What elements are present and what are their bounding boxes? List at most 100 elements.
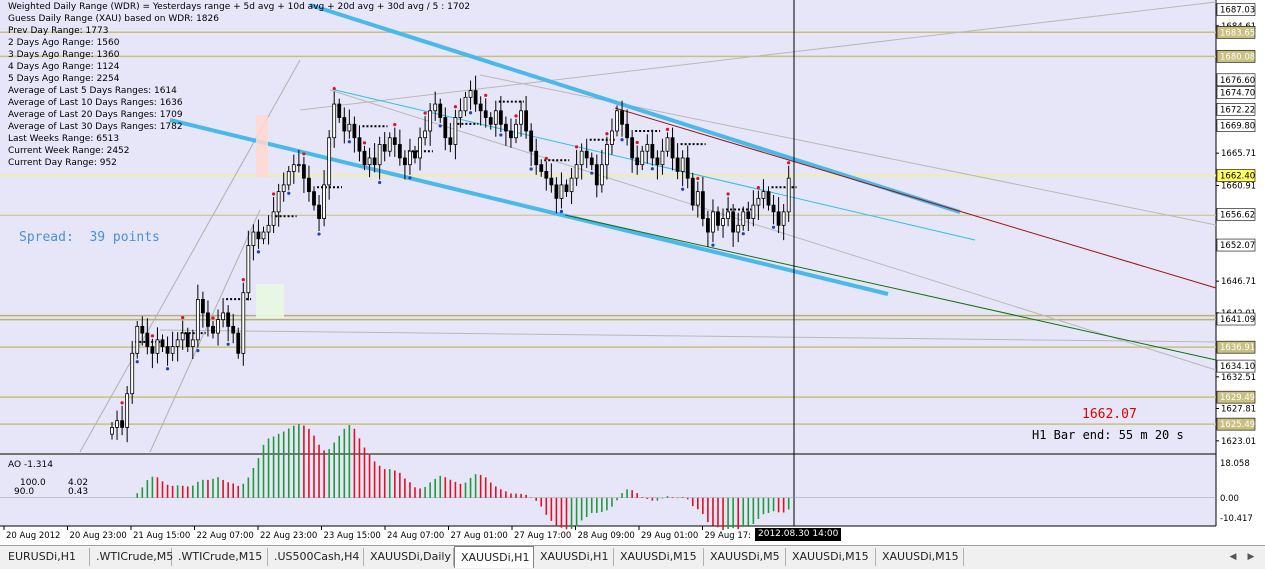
candle-body: [635, 157, 640, 166]
terminal-window: 1684.611665.711660.911646.711642.011632.…: [0, 0, 1265, 569]
candle-body: [261, 231, 266, 240]
info-line-8: Average of Last 5 Days Ranges: 1614: [8, 86, 177, 96]
candle-body: [655, 157, 660, 166]
candle-body: [150, 346, 155, 354]
bar-end-label: H1 Bar end: 55 m 20 s: [1032, 428, 1184, 442]
chart-tab-9[interactable]: XAUUSDi,M5: [704, 548, 786, 566]
candle-body: [281, 184, 286, 193]
candle-body: [271, 211, 276, 226]
candle-body: [534, 150, 539, 166]
chart-tab-5[interactable]: XAUUSDi,Daily: [364, 548, 454, 566]
candle-body: [579, 150, 584, 166]
price-box-label: 1641.09: [1220, 315, 1255, 325]
candle-body: [135, 325, 140, 354]
candle-body: [706, 218, 710, 233]
price-box-label: 1669.80: [1220, 122, 1255, 132]
info-line-1: Weighted Daily Range (WDR) = Yesterdays …: [8, 2, 471, 12]
candle-body: [519, 110, 523, 125]
fractal-low-marker: [620, 138, 624, 142]
candle-body: [640, 150, 645, 166]
candle-body: [620, 110, 624, 125]
chart-tab-8[interactable]: XAUUSDi,M15: [614, 548, 704, 566]
fractal-high-marker: [544, 156, 548, 160]
candle-body: [746, 211, 751, 219]
candle-body: [130, 352, 135, 395]
time-tick-label: 22 Aug 23:00: [260, 531, 317, 541]
ao-legend-2: 90.0: [14, 487, 35, 497]
candle-body: [236, 332, 241, 354]
candle-body: [569, 177, 574, 193]
time-tick-label: 23 Aug 15:00: [324, 531, 381, 541]
ao-tick-label: -10.417: [1220, 514, 1253, 524]
price-box-label: 1662.40: [1220, 171, 1255, 181]
chart-tab-6[interactable]: XAUUSDi,H1: [454, 546, 534, 568]
chart-tab-10[interactable]: XAUUSDi,M15: [786, 548, 876, 566]
candle-body: [473, 90, 478, 105]
fractal-low-marker: [741, 232, 745, 236]
candle-body: [781, 211, 786, 226]
candle-body: [786, 177, 791, 213]
price-box-label: 1672.22: [1220, 105, 1255, 115]
tab-scroll-left-icon[interactable]: ◀: [1226, 550, 1240, 564]
candle-body: [675, 157, 680, 172]
ao-tick-label: 0.00: [1220, 494, 1239, 504]
price-box-label: 1676.60: [1220, 76, 1255, 86]
candle-body: [615, 110, 619, 132]
time-tick-label: 22 Aug 07:00: [197, 531, 254, 541]
tab-scroll-right-icon[interactable]: ▶: [1244, 550, 1258, 564]
price-box-label: 1687.03: [1220, 6, 1255, 16]
fractal-low-marker: [499, 133, 503, 137]
candle-body: [751, 204, 756, 219]
price-box-label: 1625.49: [1220, 420, 1255, 430]
candle-body: [594, 164, 599, 186]
candle-body: [544, 171, 549, 179]
candle-body: [140, 325, 145, 334]
chart-tab-3[interactable]: .WTICrude,M15: [172, 548, 268, 566]
candle-body: [251, 231, 256, 246]
chart-tab-11[interactable]: XAUUSDi,M15: [876, 548, 964, 566]
chart-tab-7[interactable]: XAUUSDi,H1: [534, 548, 614, 566]
chart-tab-2[interactable]: .WTICrude,M5: [90, 548, 173, 566]
current-price-label: 1662.07: [1082, 407, 1137, 422]
candle-body: [312, 191, 316, 206]
chart-tab-4[interactable]: .US500Cash,H4: [268, 548, 364, 566]
candle-body: [216, 319, 220, 334]
spread-label: Spread: 39 points: [19, 230, 160, 245]
ao-label: AO -1.314: [8, 460, 53, 470]
candle-body: [514, 123, 518, 139]
candle-body: [231, 325, 236, 334]
fractal-high-marker: [756, 186, 761, 190]
fractal-low-marker: [590, 171, 594, 175]
candle-body: [226, 312, 231, 327]
candle-body: [711, 211, 715, 233]
candle-body: [155, 339, 160, 354]
fractal-low-marker: [559, 209, 564, 214]
candle-body: [690, 177, 695, 206]
candle-body: [115, 420, 119, 428]
candle-body: [680, 157, 685, 172]
candle-body: [246, 245, 251, 294]
fractal-high-marker: [181, 316, 185, 320]
info-line-2: Guess Daily Range (XAU) based on WDR: 18…: [8, 14, 219, 24]
fractal-high-marker: [605, 132, 609, 136]
candle-body: [670, 137, 675, 159]
fractal-high-marker: [726, 192, 730, 196]
candle-body: [165, 346, 170, 354]
info-line-11: Average of Last 30 Days Ranges: 1782: [8, 122, 183, 132]
candle-body: [488, 117, 493, 125]
fractal-low-marker: [165, 367, 170, 371]
candle-body: [726, 211, 730, 219]
info-panel: Weighted Daily Range (WDR) = Yesterdays …: [8, 1, 470, 169]
fractal-high-marker: [120, 401, 124, 405]
price-tick-label: 1646.71: [1221, 277, 1256, 287]
fractal-low-marker: [196, 348, 200, 353]
price-box-label: 1674.70: [1220, 89, 1255, 99]
chart-tab-1[interactable]: EURUSDi,H1: [2, 548, 90, 566]
price-box-label: 1634.10: [1220, 362, 1255, 372]
candle-body: [160, 339, 165, 347]
candle-body: [549, 177, 554, 186]
info-line-9: Average of Last 10 Days Ranges: 1636: [8, 98, 183, 108]
info-line-13: Current Week Range: 2452: [8, 146, 130, 156]
candle-body: [721, 218, 725, 226]
candle-body: [322, 184, 327, 219]
